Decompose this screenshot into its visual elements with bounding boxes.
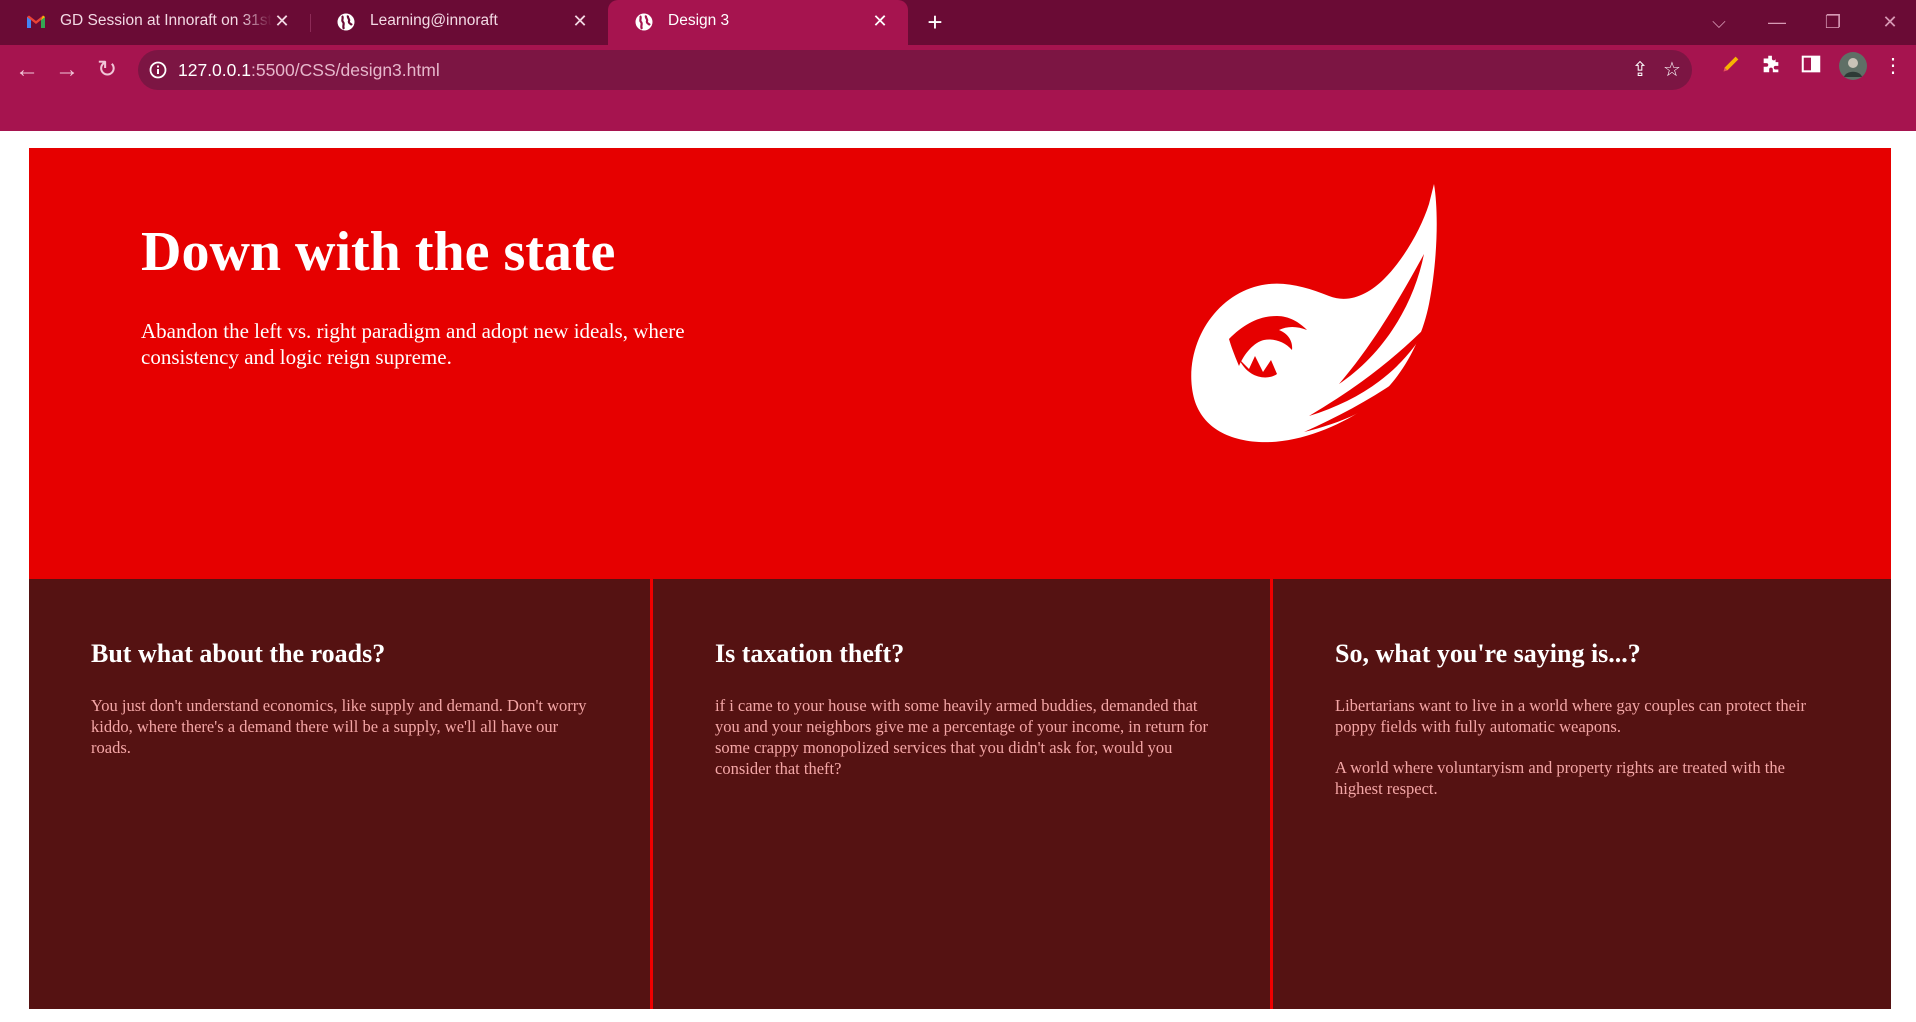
new-tab-button[interactable]: +	[920, 8, 950, 38]
hero-title: Down with the state	[141, 221, 616, 283]
window-close-icon[interactable]: ✕	[1876, 8, 1904, 36]
address-bar[interactable]: 127.0.0.1:5500/CSS/design3.html ⇪ ☆	[138, 50, 1692, 90]
column-text: if i came to your house with some heavil…	[715, 696, 1209, 778]
url-text[interactable]: 127.0.0.1:5500/CSS/design3.html	[178, 60, 440, 81]
tab-label: Design 3	[668, 12, 730, 29]
side-panel-icon[interactable]	[1798, 53, 1824, 79]
forward-icon[interactable]: →	[50, 53, 84, 87]
info-columns: But what about the roads? You just don't…	[29, 579, 1891, 1009]
tab-label: GD Session at Innoraft on 31st Oct	[60, 12, 272, 29]
share-icon[interactable]: ⇪	[1628, 58, 1652, 82]
minimize-icon[interactable]: —	[1763, 8, 1791, 36]
tab-gmail[interactable]: GD Session at Innoraft on 31st Oct ✕	[0, 0, 310, 45]
column-summary: So, what you're saying is...? Libertaria…	[1273, 579, 1891, 1009]
url-path: :5500/CSS/design3.html	[250, 60, 440, 80]
more-menu-icon[interactable]: ⋮	[1880, 53, 1906, 79]
hero-subtitle: Abandon the left vs. right paradigm and …	[141, 319, 685, 369]
tab-strip: GD Session at Innoraft on 31st Oct ✕ Lea…	[0, 0, 1916, 45]
column-title: But what about the roads?	[91, 639, 386, 668]
column-title: Is taxation theft?	[715, 639, 905, 668]
browser-toolbar: ← → ↻ 127.0.0.1:5500/CSS/design3.html ⇪ …	[0, 45, 1916, 131]
close-icon[interactable]: ✕	[272, 11, 292, 31]
column-taxation: Is taxation theft? if i came to your hou…	[653, 579, 1270, 1009]
column-text: You just don't understand economics, lik…	[91, 696, 587, 757]
site-info-icon[interactable]	[148, 60, 168, 80]
column-title: So, what you're saying is...?	[1335, 639, 1641, 668]
column-roads: But what about the roads? You just don't…	[29, 579, 650, 1009]
close-icon[interactable]: ✕	[570, 11, 590, 31]
tab-label: Learning@innoraft	[370, 12, 498, 29]
gmail-icon	[27, 15, 45, 28]
url-host: 127.0.0.1	[178, 60, 251, 80]
pen-extension-icon[interactable]	[1718, 53, 1744, 79]
reload-icon[interactable]: ↻	[90, 53, 124, 87]
extensions-icon[interactable]	[1758, 53, 1784, 79]
tab-design-3[interactable]: Design 3 ✕	[608, 0, 908, 45]
close-icon[interactable]: ✕	[870, 11, 890, 31]
globe-icon	[337, 13, 355, 31]
tab-learning[interactable]: Learning@innoraft ✕	[310, 0, 608, 45]
hero-section: Down with the state Abandon the left vs.…	[29, 148, 1891, 579]
column-text: Libertarians want to live in a world whe…	[1335, 696, 1806, 736]
page-viewport: Down with the state Abandon the left vs.…	[0, 131, 1916, 1022]
eagle-wing-icon	[1191, 184, 1437, 443]
tab-search-icon[interactable]: ⌵	[1705, 8, 1733, 36]
back-icon[interactable]: ←	[10, 53, 44, 87]
column-text: A world where voluntaryism and property …	[1335, 758, 1785, 798]
avatar[interactable]	[1838, 51, 1868, 81]
restore-icon[interactable]: ❐	[1819, 8, 1847, 36]
globe-icon	[635, 13, 653, 31]
bookmark-star-icon[interactable]: ☆	[1660, 58, 1684, 82]
